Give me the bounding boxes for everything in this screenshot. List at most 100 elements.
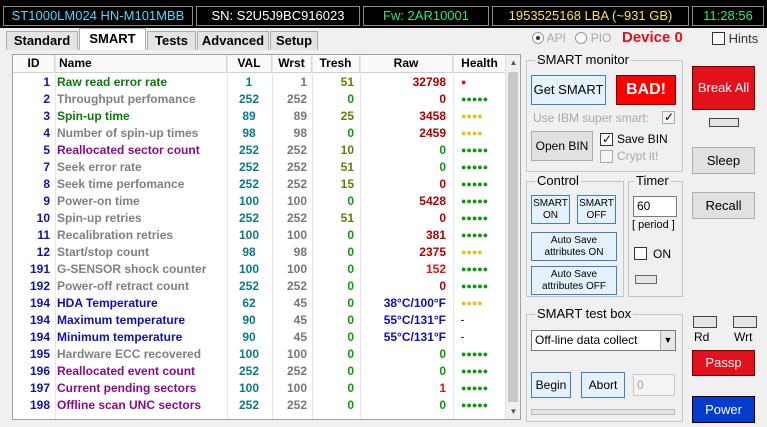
table-row[interactable]: 195 Hardware ECC recovered 100 100 0 0 ●●●●●: [13, 346, 506, 363]
hints-toggle[interactable]: Hints: [712, 31, 758, 46]
table-row[interactable]: 11 Recalibration retries 100 100 0 381 ●●●●●: [13, 227, 506, 244]
table-scrollbar[interactable]: ▲ ▼: [505, 55, 520, 419]
attr-value: 100: [238, 228, 260, 242]
table-row[interactable]: 9 Power-on time 100 100 0 5428 ●●●●●: [13, 193, 506, 210]
timer-period-label: [ period ]: [632, 219, 675, 231]
table-row[interactable]: 3 Spin-up time 89 89 25 3458 ●●●●: [13, 108, 506, 125]
tab-advanced[interactable]: Advanced: [197, 31, 269, 50]
power-button[interactable]: Power: [692, 396, 755, 423]
smart-on-line1: SMART: [533, 198, 568, 209]
attr-health: ●: [461, 77, 467, 87]
smart-monitor-title: SMART monitor: [535, 52, 631, 67]
smart-on-line2: ON: [543, 210, 558, 221]
attr-worst: 100: [286, 228, 307, 242]
timer-on-label: ON: [653, 247, 671, 261]
tab-tests[interactable]: Tests: [147, 31, 196, 50]
rd-label: Rd: [694, 330, 710, 344]
attr-name: Spin-up retries: [57, 211, 142, 225]
sleep-button[interactable]: Sleep: [692, 147, 755, 174]
chevron-down-icon[interactable]: ▼: [660, 331, 675, 350]
table-row[interactable]: 10 Spin-up retries 252 252 51 0 ●●●●●: [13, 210, 506, 227]
scroll-thumb[interactable]: [508, 72, 518, 402]
smart-off-button[interactable]: SMART OFF: [577, 195, 616, 224]
table-header: ID Name VAL Wrst Tresh Raw Health: [13, 55, 506, 73]
table-row[interactable]: 198 Offline scan UNC sectors 252 252 0 0 ●●●●●: [13, 397, 506, 414]
passp-button[interactable]: Passp: [692, 350, 755, 376]
timer-period-input[interactable]: 60: [633, 196, 677, 217]
wrt-label: Wrt: [734, 330, 753, 344]
attr-worst: 252: [286, 92, 307, 106]
table-row[interactable]: 191 G-SENSOR shock counter 100 100 0 152 ●●●●●: [13, 261, 506, 278]
auto-save-off-button[interactable]: Auto Save attributes OFF: [531, 266, 617, 295]
col-name[interactable]: Name: [55, 55, 227, 73]
scroll-up-icon[interactable]: ▲: [506, 55, 520, 70]
table-row[interactable]: 2 Throughput perfomance 252 252 0 0 ●●●●●: [13, 91, 506, 108]
break-all-button[interactable]: Break All: [692, 66, 755, 110]
tab-standard[interactable]: Standard: [6, 31, 78, 50]
attr-worst: 100: [286, 347, 307, 361]
col-wrst[interactable]: Wrst: [272, 55, 312, 73]
attr-health: ●●●●●: [461, 179, 489, 189]
hints-checkbox[interactable]: [712, 32, 725, 45]
table-row[interactable]: 197 Current pending sectors 100 100 0 1 ●●●●●: [13, 380, 506, 397]
attr-id: 195: [29, 347, 50, 361]
attr-health: ●●●●●: [461, 383, 489, 393]
device-label: Device 0: [622, 29, 683, 46]
crypt-it-checkbox[interactable]: [600, 150, 613, 163]
recall-button[interactable]: Recall: [692, 192, 755, 219]
test-progress-field[interactable]: 0: [633, 374, 675, 396]
timer-on-checkbox[interactable]: [634, 247, 647, 260]
table-row[interactable]: 194 Maximum temperature 90 45 0 55°C/131°F -: [13, 312, 506, 329]
attr-value: 252: [238, 177, 260, 191]
pio-label: PIO: [590, 31, 612, 45]
abort-test-button[interactable]: Abort: [581, 372, 625, 398]
attr-raw: 55°C/131°F: [383, 313, 446, 327]
get-smart-button[interactable]: Get SMART: [531, 75, 606, 105]
attr-worst: 1: [300, 75, 307, 89]
attr-name: Reallocated sector count: [57, 143, 200, 157]
table-row[interactable]: 196 Reallocated event count 252 252 0 0 ●●●●●: [13, 363, 506, 380]
ibm-smart-checkbox[interactable]: [662, 110, 675, 124]
attr-id: 5: [43, 143, 50, 157]
attr-health: ●●●●●: [461, 162, 489, 172]
auto-save-on-button[interactable]: Auto Save attributes ON: [531, 232, 617, 261]
col-health[interactable]: Health: [453, 55, 506, 73]
table-row[interactable]: 194 Minimum temperature 90 45 0 55°C/131°F -: [13, 329, 506, 346]
col-id[interactable]: ID: [13, 55, 55, 73]
auto-save-on-line1: Auto Save: [550, 235, 598, 246]
attr-value: 252: [238, 211, 260, 225]
open-bin-button[interactable]: Open BIN: [531, 131, 593, 161]
attr-threshold: 0: [347, 92, 354, 106]
table-row[interactable]: 12 Start/stop count 98 98 0 2375 ●●●●: [13, 244, 506, 261]
table-row[interactable]: 194 HDA Temperature 62 45 0 38°C/100°F ●●●●: [13, 295, 506, 312]
attr-id: 1: [43, 75, 50, 89]
control-group: Control SMART ON SMART OFF Auto Save att…: [526, 173, 624, 297]
col-raw[interactable]: Raw: [360, 55, 453, 73]
table-row[interactable]: 8 Seek time perfomance 252 252 15 0 ●●●●●: [13, 176, 506, 193]
scroll-down-icon[interactable]: ▼: [506, 404, 520, 419]
tab-setup[interactable]: Setup: [270, 31, 318, 50]
tab-smart[interactable]: SMART: [79, 28, 146, 50]
table-row[interactable]: 1 Raw read error rate 1 1 51 32798 ●: [13, 74, 506, 91]
attr-name: Start/stop count: [57, 245, 149, 259]
attr-threshold: 0: [347, 126, 354, 140]
api-radio[interactable]: [532, 32, 544, 44]
begin-test-button[interactable]: Begin: [531, 372, 571, 398]
attr-value: 98: [242, 126, 256, 140]
attr-id: 7: [43, 160, 50, 174]
table-row[interactable]: 192 Power-off retract count 252 252 0 0 ●●●●●: [13, 278, 506, 295]
table-row[interactable]: 7 Seek error rate 252 252 51 0 ●●●●●: [13, 159, 506, 176]
pio-radio[interactable]: [575, 32, 588, 44]
attr-name: Power-on time: [57, 194, 140, 208]
test-type-select[interactable]: Off-line data collect ▼: [531, 330, 676, 351]
table-row[interactable]: 4 Number of spin-up times 98 98 0 2459 ●●●●: [13, 125, 506, 142]
activity-indicator: [709, 118, 739, 127]
attr-worst: 98: [293, 126, 307, 140]
col-tresh[interactable]: Tresh: [312, 55, 360, 73]
col-val[interactable]: VAL: [227, 55, 272, 73]
attr-raw: 0: [439, 177, 446, 191]
smart-on-button[interactable]: SMART ON: [531, 195, 570, 224]
save-bin-checkbox[interactable]: [600, 132, 613, 146]
table-row[interactable]: 5 Reallocated sector count 252 252 10 0 ●●●●●: [13, 142, 506, 159]
attr-worst: 252: [286, 364, 307, 378]
